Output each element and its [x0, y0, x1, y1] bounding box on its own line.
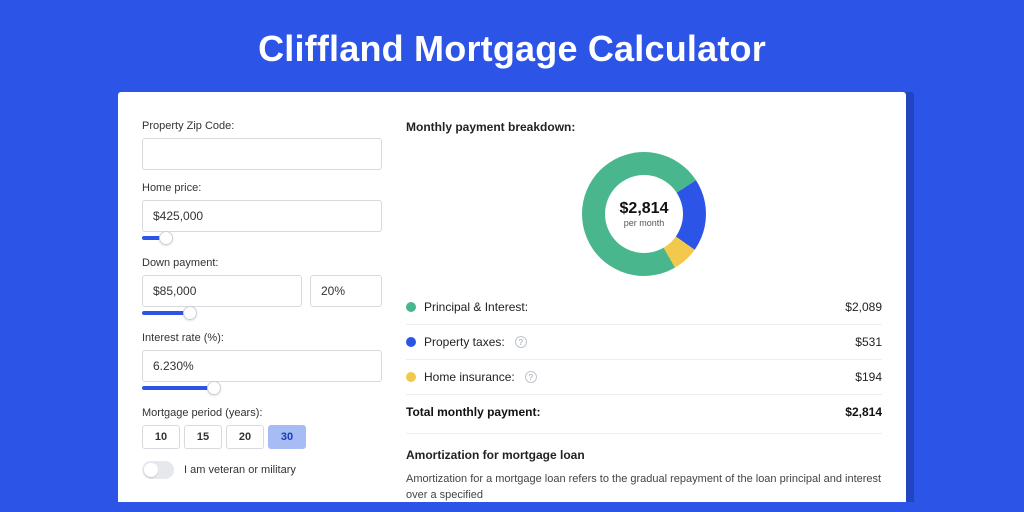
- total-row: Total monthly payment: $2,814: [406, 394, 882, 433]
- field-veteran: I am veteran or military: [142, 461, 382, 479]
- zip-label: Property Zip Code:: [142, 120, 382, 132]
- breakdown-item-label: Principal & Interest:: [424, 300, 528, 314]
- veteran-toggle[interactable]: [142, 461, 174, 479]
- results-panel: Monthly payment breakdown: $2,814 per mo…: [406, 120, 882, 502]
- rate-input[interactable]: [142, 350, 382, 382]
- period-options: 10152030: [142, 425, 382, 449]
- help-icon[interactable]: ?: [515, 336, 527, 348]
- field-rate: Interest rate (%):: [142, 332, 382, 395]
- help-icon[interactable]: ?: [525, 371, 537, 383]
- field-period: Mortgage period (years): 10152030: [142, 407, 382, 449]
- page-title: Cliffland Mortgage Calculator: [258, 28, 766, 70]
- donut-caption: per month: [624, 218, 665, 228]
- field-zip: Property Zip Code:: [142, 120, 382, 170]
- legend-dot-icon: [406, 337, 416, 347]
- breakdown-title: Monthly payment breakdown:: [406, 120, 882, 134]
- calculator-card: Property Zip Code: Home price: Down paym…: [118, 92, 906, 502]
- donut-center: $2,814 per month: [605, 175, 683, 253]
- breakdown-lines: Principal & Interest: $2,089 Property taxe…: [406, 290, 882, 394]
- down-slider[interactable]: [142, 306, 382, 320]
- period-label: Mortgage period (years):: [142, 407, 382, 419]
- payment-donut-chart: $2,814 per month: [582, 152, 706, 276]
- breakdown-row: Principal & Interest: $2,089: [406, 290, 882, 324]
- veteran-label: I am veteran or military: [184, 464, 296, 476]
- breakdown-item-value: $531: [855, 335, 882, 349]
- amort-text: Amortization for a mortgage loan refers …: [406, 472, 882, 502]
- donut-amount: $2,814: [620, 200, 669, 218]
- field-price: Home price:: [142, 182, 382, 245]
- donut-wrap: $2,814 per month: [406, 144, 882, 290]
- period-option-10[interactable]: 10: [142, 425, 180, 449]
- period-option-30[interactable]: 30: [268, 425, 306, 449]
- field-down: Down payment:: [142, 257, 382, 320]
- rate-slider[interactable]: [142, 381, 382, 395]
- price-label: Home price:: [142, 182, 382, 194]
- amort-title: Amortization for mortgage loan: [406, 448, 882, 462]
- rate-label: Interest rate (%):: [142, 332, 382, 344]
- period-option-20[interactable]: 20: [226, 425, 264, 449]
- legend-dot-icon: [406, 372, 416, 382]
- breakdown-item-label: Property taxes:: [424, 335, 505, 349]
- breakdown-item-label: Home insurance:: [424, 370, 515, 384]
- amortization-section: Amortization for mortgage loan Amortizat…: [406, 433, 882, 502]
- down-percent-input[interactable]: [310, 275, 382, 307]
- down-amount-input[interactable]: [142, 275, 302, 307]
- breakdown-item-value: $194: [855, 370, 882, 384]
- price-slider[interactable]: [142, 231, 382, 245]
- breakdown-row: Property taxes:? $531: [406, 324, 882, 359]
- zip-input[interactable]: [142, 138, 382, 170]
- breakdown-row: Home insurance:? $194: [406, 359, 882, 394]
- total-value: $2,814: [845, 405, 882, 419]
- period-option-15[interactable]: 15: [184, 425, 222, 449]
- inputs-panel: Property Zip Code: Home price: Down paym…: [142, 120, 382, 502]
- breakdown-item-value: $2,089: [845, 300, 882, 314]
- total-label: Total monthly payment:: [406, 405, 540, 419]
- price-input[interactable]: [142, 200, 382, 232]
- down-label: Down payment:: [142, 257, 382, 269]
- legend-dot-icon: [406, 302, 416, 312]
